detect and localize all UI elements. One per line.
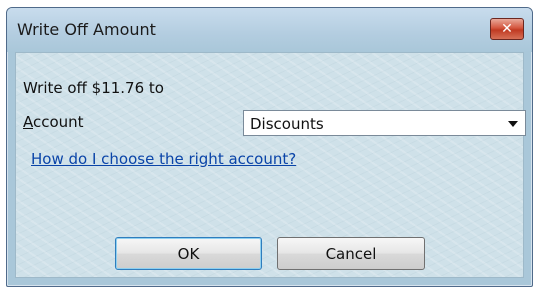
ok-button[interactable]: OK [115, 237, 262, 270]
close-icon: ✕ [501, 21, 513, 37]
title-bar[interactable]: Write Off Amount ✕ [7, 8, 532, 52]
cancel-button[interactable]: Cancel [277, 237, 425, 270]
dialog-title: Write Off Amount [17, 20, 156, 39]
close-button[interactable]: ✕ [490, 18, 524, 40]
account-dropdown[interactable]: Discounts [243, 110, 526, 136]
writeoff-amount-text: Write off $11.76 to [23, 79, 164, 97]
account-label: Account [23, 113, 84, 131]
account-dropdown-value: Discounts [250, 115, 324, 133]
account-label-accelerator: A [23, 113, 33, 131]
chevron-down-icon[interactable] [508, 121, 518, 127]
dialog-body: Write off $11.76 to Account Discounts Ho… [15, 52, 526, 278]
account-label-rest: ccount [33, 113, 84, 131]
write-off-dialog: Write Off Amount ✕ Write off $11.76 to A… [6, 7, 533, 287]
help-link[interactable]: How do I choose the right account? [31, 150, 296, 168]
